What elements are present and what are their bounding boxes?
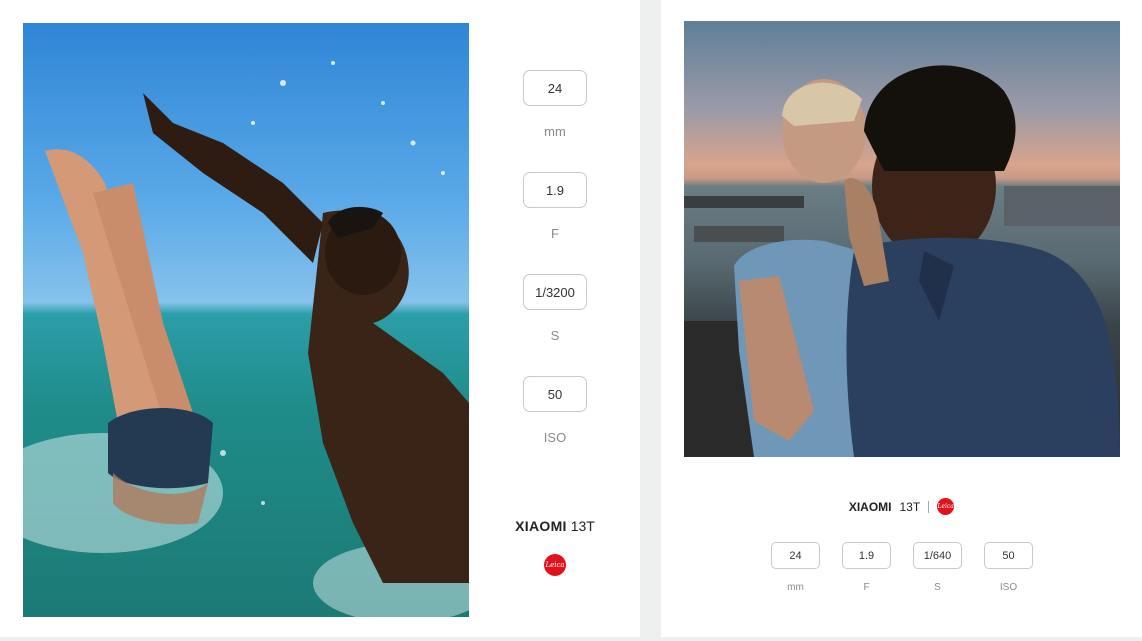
boys-photo[interactable] — [684, 21, 1120, 457]
iso-value: 50 — [523, 376, 587, 412]
aperture-value-right: 1.9 — [842, 542, 891, 569]
spec-focal-length: 24 mm — [771, 542, 820, 594]
exif-specs-vertical: 24 mm 1.9 F 1/3200 S 50 ISO — [500, 70, 610, 478]
brand-name-right: XIAOMI — [848, 499, 892, 514]
spec-iso: 50 ISO — [984, 542, 1033, 594]
boys-photo-illustration — [684, 65, 1120, 457]
focal-length-unit-right: mm — [787, 582, 804, 593]
leica-logo-icon: Leica — [544, 554, 566, 576]
spec-aperture: 1.9 F — [842, 542, 891, 594]
exif-specs-horizontal: 24 mm 1.9 F 1/640 S 50 ISO — [771, 542, 1033, 594]
shutter-speed-unit-right: S — [934, 582, 941, 593]
leica-logo-icon-right: Leica — [937, 498, 955, 515]
aperture-value: 1.9 — [523, 172, 587, 208]
focal-length-value: 24 — [523, 70, 587, 106]
iso-unit-right: ISO — [999, 582, 1018, 593]
shutter-speed-value-right: 1/640 — [913, 542, 962, 569]
spec-shutter: 1/640 S — [913, 542, 962, 594]
splash-photo-illustration — [23, 61, 469, 617]
camera-brand-right: XIAOMI 13T Leica — [661, 498, 1142, 515]
model-name: 13T — [570, 518, 595, 534]
model-name-right: 13T — [899, 499, 921, 514]
iso-unit: ISO — [543, 430, 567, 445]
shutter-speed-unit: S — [550, 328, 560, 343]
aperture-unit-right: F — [863, 582, 870, 593]
photo-card-left: 24 mm 1.9 F 1/3200 S 50 ISO XIAOMI 13T Le… — [0, 0, 640, 637]
camera-brand: XIAOMI 13T — [500, 518, 610, 534]
focal-length-unit: mm — [544, 124, 566, 139]
iso-value-right: 50 — [984, 542, 1033, 569]
aperture-unit: F — [551, 226, 559, 241]
photo-card-right: XIAOMI 13T Leica 24 mm 1.9 F 1/640 S 50 … — [661, 0, 1142, 637]
splash-photo[interactable] — [23, 23, 469, 617]
shutter-speed-value: 1/3200 — [523, 274, 587, 310]
focal-length-value-right: 24 — [771, 542, 820, 569]
brand-name: XIAOMI — [515, 518, 567, 534]
divider — [928, 500, 930, 513]
